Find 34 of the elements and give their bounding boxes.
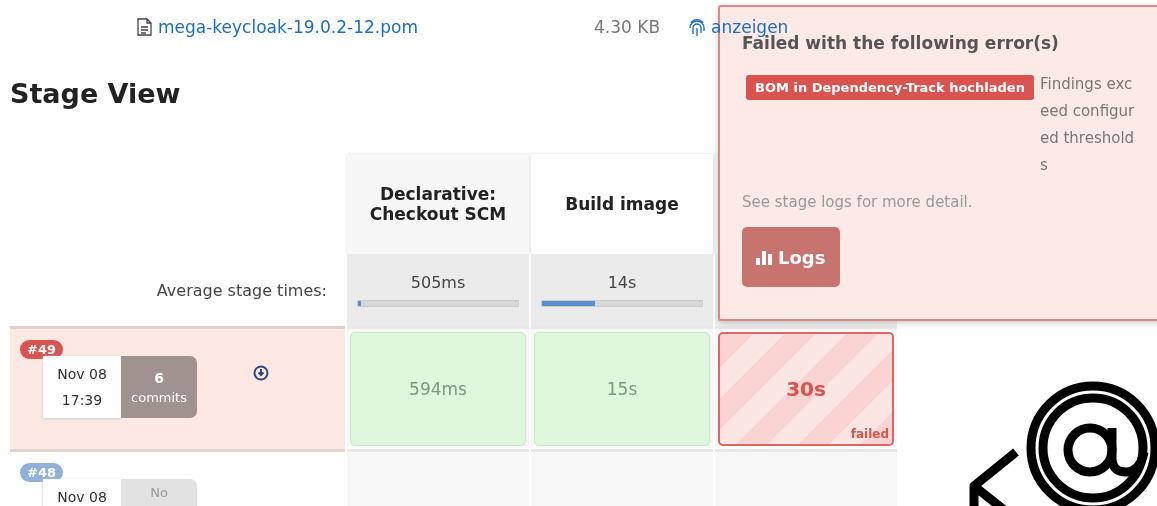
build-number[interactable]: #48 (20, 463, 63, 482)
stage-header: Declarative: Checkout SCM (347, 154, 529, 254)
stage-time: 594ms (409, 379, 467, 399)
build-date: Nov 08 (57, 366, 107, 382)
artifact-link[interactable]: mega-keycloak-19.0.2-12.pom (158, 17, 418, 37)
error-message: Findings exceed configured thresholds (1039, 74, 1136, 176)
view-link[interactable]: anzeigen (711, 17, 789, 37)
commits-label: commits (131, 389, 187, 405)
build-date: Nov 08 (57, 489, 107, 505)
stage-time: 15s (606, 379, 638, 399)
commits-label: No (150, 485, 168, 500)
status-label: failed (850, 427, 889, 441)
commits-card[interactable]: 6 commits (121, 356, 197, 418)
fingerprint-icon[interactable] (688, 17, 707, 37)
stage-tag: BOM in Dependency-Track hochladen (746, 75, 1034, 100)
average-time: 505ms (410, 273, 466, 292)
commits-card[interactable]: No (121, 479, 197, 506)
section-title: Stage View (10, 77, 181, 111)
average-label: Average stage times: (156, 280, 327, 300)
average-time: 14s (607, 273, 637, 292)
stage-header: Build image (531, 154, 713, 254)
stage-cell[interactable]: 15s (534, 332, 710, 446)
logs-button[interactable]: Logs (742, 227, 840, 287)
file-size: 4.30 KB (594, 17, 661, 37)
popover-hint: See stage logs for more detail. (742, 193, 974, 211)
download-icon[interactable] (253, 365, 269, 381)
commit-count: 6 (154, 369, 164, 386)
file-icon (137, 18, 152, 36)
build-number[interactable]: #49 (20, 340, 63, 359)
bar-chart-icon (756, 249, 774, 265)
stage-cell[interactable]: 30s failed (718, 332, 894, 446)
stage-cell[interactable]: 594ms (350, 332, 526, 446)
build-time: 17:39 (61, 392, 103, 408)
stage-time: 30s (786, 377, 826, 401)
